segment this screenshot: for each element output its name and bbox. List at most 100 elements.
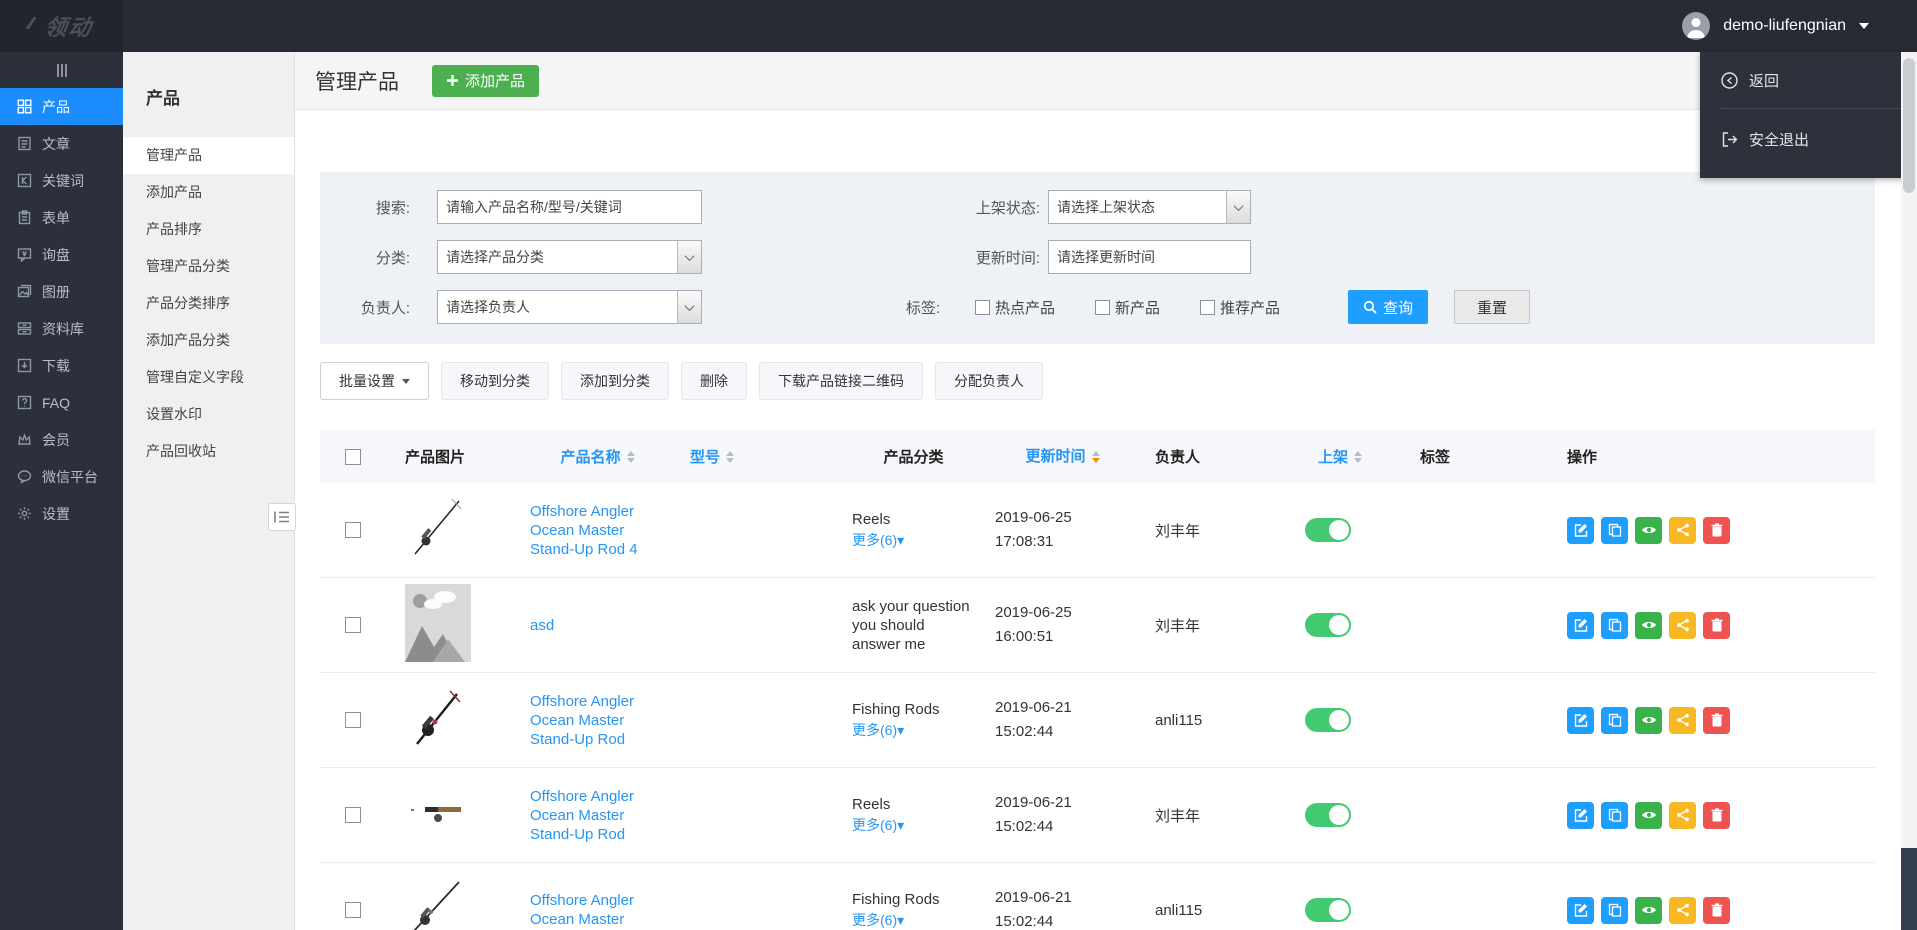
tag-checkbox-recommended[interactable]: 推荐产品 bbox=[1200, 297, 1280, 318]
share-button[interactable] bbox=[1669, 517, 1696, 544]
publish-toggle[interactable] bbox=[1305, 898, 1351, 922]
row-checkbox[interactable] bbox=[345, 522, 361, 538]
category-text: Fishing Rods bbox=[852, 700, 940, 719]
product-name-link[interactable]: asd bbox=[505, 616, 665, 635]
submenu-item-manage-products[interactable]: 管理产品 bbox=[123, 137, 294, 174]
submenu-item-category-sort[interactable]: 产品分类排序 bbox=[123, 285, 294, 322]
publish-toggle[interactable] bbox=[1305, 803, 1351, 827]
edit-button[interactable] bbox=[1567, 897, 1594, 924]
share-button[interactable] bbox=[1669, 897, 1696, 924]
product-image[interactable] bbox=[405, 878, 467, 930]
sidebar-item-settings[interactable]: 设置 bbox=[0, 495, 123, 532]
header-model[interactable]: 型号 bbox=[690, 446, 734, 467]
status-select[interactable]: 请选择上架状态 bbox=[1048, 190, 1251, 224]
more-categories-link[interactable]: 更多(6)▾ bbox=[852, 814, 904, 836]
product-name-link[interactable]: Offshore AnglerOcean MasterStand-Up Rod bbox=[505, 692, 665, 749]
scrollbar-thumb[interactable] bbox=[1903, 58, 1915, 193]
download-qrcode-button[interactable]: 下载产品链接二维码 bbox=[759, 362, 923, 400]
sidebar-item-albums[interactable]: 图册 bbox=[0, 273, 123, 310]
vertical-scrollbar[interactable] bbox=[1901, 52, 1917, 930]
submenu-item-manage-categories[interactable]: 管理产品分类 bbox=[123, 248, 294, 285]
copy-button[interactable] bbox=[1601, 802, 1628, 829]
delete-row-button[interactable] bbox=[1703, 707, 1730, 734]
publish-toggle[interactable] bbox=[1305, 708, 1351, 732]
reset-button[interactable]: 重置 bbox=[1454, 290, 1530, 324]
sidebar-item-keywords[interactable]: 关键词 bbox=[0, 162, 123, 199]
sidebar-item-downloads[interactable]: 下载 bbox=[0, 347, 123, 384]
row-checkbox[interactable] bbox=[345, 807, 361, 823]
submenu-item-custom-fields[interactable]: 管理自定义字段 bbox=[123, 359, 294, 396]
preview-button[interactable] bbox=[1635, 897, 1662, 924]
header-published[interactable]: 上架 bbox=[1318, 446, 1362, 467]
update-time-input[interactable]: 请选择更新时间 bbox=[1048, 240, 1251, 274]
delete-row-button[interactable] bbox=[1703, 517, 1730, 544]
preview-button[interactable] bbox=[1635, 707, 1662, 734]
header-product-name[interactable]: 产品名称 bbox=[560, 446, 634, 467]
row-checkbox[interactable] bbox=[345, 712, 361, 728]
delete-row-button[interactable] bbox=[1703, 612, 1730, 639]
share-button[interactable] bbox=[1669, 802, 1696, 829]
tag-checkbox-hot[interactable]: 热点产品 bbox=[975, 297, 1055, 318]
preview-button[interactable] bbox=[1635, 517, 1662, 544]
sidebar-item-faq[interactable]: FAQ bbox=[0, 384, 123, 421]
copy-button[interactable] bbox=[1601, 517, 1628, 544]
more-categories-link[interactable]: 更多(6)▾ bbox=[852, 529, 904, 551]
query-button[interactable]: 查询 bbox=[1348, 290, 1428, 324]
assign-owner-button[interactable]: 分配负责人 bbox=[935, 362, 1043, 400]
add-to-category-button[interactable]: 添加到分类 bbox=[561, 362, 669, 400]
search-input[interactable]: 请输入产品名称/型号/关键词 bbox=[437, 190, 702, 224]
product-image-placeholder[interactable] bbox=[405, 584, 471, 666]
select-all-checkbox[interactable] bbox=[345, 449, 361, 465]
copy-button[interactable] bbox=[1601, 897, 1628, 924]
header-update-time[interactable]: 更新时间 bbox=[1025, 445, 1099, 469]
product-name-link[interactable]: Offshore AnglerOcean MasterStand-Up Rod bbox=[505, 787, 665, 844]
preview-button[interactable] bbox=[1635, 802, 1662, 829]
publish-toggle[interactable] bbox=[1305, 613, 1351, 637]
sidebar-collapse-handle[interactable] bbox=[0, 52, 123, 88]
owner-select[interactable]: 请选择负责人 bbox=[437, 290, 702, 324]
product-name-link[interactable]: Offshore AnglerOcean MasterStand-Up Rod … bbox=[505, 502, 665, 559]
sidebar-item-wechat[interactable]: 微信平台 bbox=[0, 458, 123, 495]
publish-toggle[interactable] bbox=[1305, 518, 1351, 542]
preview-button[interactable] bbox=[1635, 612, 1662, 639]
edit-button[interactable] bbox=[1567, 612, 1594, 639]
submenu-item-recycle-bin[interactable]: 产品回收站 bbox=[123, 433, 294, 470]
bulk-settings-button[interactable]: 批量设置 bbox=[320, 362, 429, 400]
user-menu-trigger[interactable]: demo-liufengnian bbox=[1682, 12, 1917, 40]
copy-button[interactable] bbox=[1601, 707, 1628, 734]
edit-button[interactable] bbox=[1567, 707, 1594, 734]
copy-button[interactable] bbox=[1601, 612, 1628, 639]
row-checkbox[interactable] bbox=[345, 902, 361, 918]
product-image[interactable] bbox=[405, 686, 467, 754]
product-name-link[interactable]: Offshore AnglerOcean Master bbox=[505, 891, 665, 929]
add-product-button[interactable]: 添加产品 bbox=[432, 65, 539, 97]
submenu-item-watermark[interactable]: 设置水印 bbox=[123, 396, 294, 433]
share-button[interactable] bbox=[1669, 707, 1696, 734]
edit-button[interactable] bbox=[1567, 517, 1594, 544]
sidebar-item-articles[interactable]: 文章 bbox=[0, 125, 123, 162]
sidebar-item-members[interactable]: 会员 bbox=[0, 421, 123, 458]
menu-item-logout[interactable]: 安全退出 bbox=[1700, 109, 1917, 169]
product-image[interactable] bbox=[405, 496, 467, 564]
submenu-item-product-sort[interactable]: 产品排序 bbox=[123, 211, 294, 248]
submenu-item-add-product[interactable]: 添加产品 bbox=[123, 174, 294, 211]
category-select[interactable]: 请选择产品分类 bbox=[437, 240, 702, 274]
more-categories-link[interactable]: 更多(6)▾ bbox=[852, 909, 904, 930]
sidebar-item-products[interactable]: 产品 bbox=[0, 88, 123, 125]
move-to-category-button[interactable]: 移动到分类 bbox=[441, 362, 549, 400]
share-button[interactable] bbox=[1669, 612, 1696, 639]
more-categories-link[interactable]: 更多(6)▾ bbox=[852, 719, 904, 741]
sidebar-item-forms[interactable]: 表单 bbox=[0, 199, 123, 236]
menu-item-back[interactable]: 返回 bbox=[1700, 52, 1917, 108]
submenu-item-add-category[interactable]: 添加产品分类 bbox=[123, 322, 294, 359]
delete-row-button[interactable] bbox=[1703, 897, 1730, 924]
submenu-collapse-button[interactable] bbox=[268, 503, 296, 531]
delete-row-button[interactable] bbox=[1703, 802, 1730, 829]
sidebar-item-inquiries[interactable]: 询盘 bbox=[0, 236, 123, 273]
tag-checkbox-new[interactable]: 新产品 bbox=[1095, 297, 1160, 318]
row-checkbox[interactable] bbox=[345, 617, 361, 633]
product-image[interactable] bbox=[405, 798, 475, 832]
sidebar-item-library[interactable]: 资料库 bbox=[0, 310, 123, 347]
edit-button[interactable] bbox=[1567, 802, 1594, 829]
delete-button[interactable]: 删除 bbox=[681, 362, 747, 400]
